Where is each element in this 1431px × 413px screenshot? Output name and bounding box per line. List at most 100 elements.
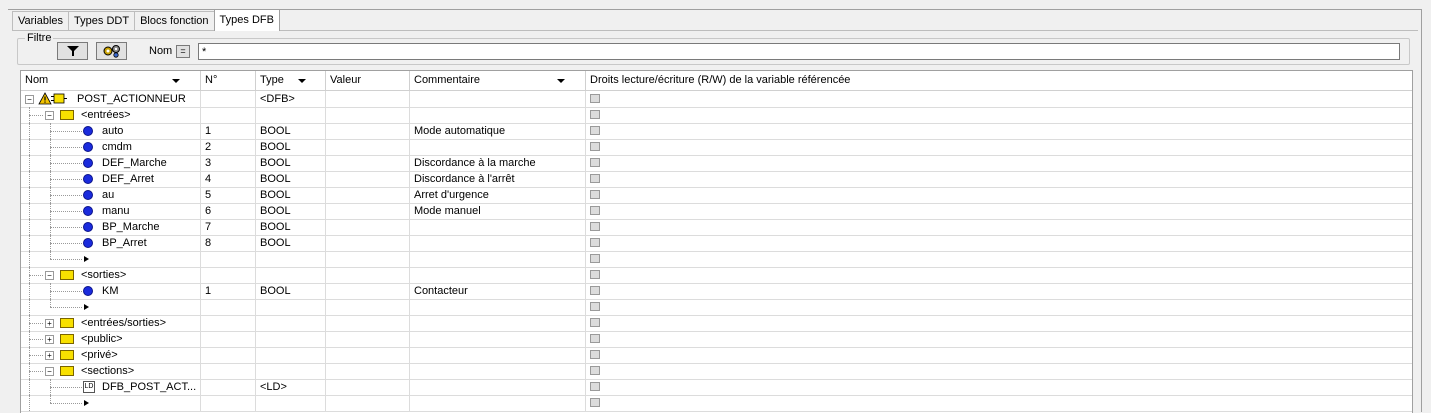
collapse-toggle[interactable]: −	[45, 367, 54, 376]
sort-arrow-icon[interactable]	[557, 79, 565, 83]
rw-rights-checkbox[interactable]	[590, 382, 600, 391]
value-cell[interactable]	[326, 379, 410, 395]
filter-name-input[interactable]	[198, 43, 1400, 60]
variable-bool-icon	[83, 142, 93, 152]
group-row[interactable]: − <sorties>	[21, 267, 1412, 284]
variable-row[interactable]: manu 6 BOOL Mode manuel	[21, 203, 1412, 220]
tree-line	[50, 403, 82, 404]
name-cell	[21, 251, 201, 267]
expand-toggle[interactable]: +	[45, 335, 54, 344]
rw-rights-checkbox[interactable]	[590, 334, 600, 343]
variable-bool-icon	[83, 206, 93, 216]
comment-cell	[410, 219, 586, 235]
new-entry-row[interactable]	[21, 251, 1412, 268]
variable-row[interactable]: cmdm 2 BOOL	[21, 139, 1412, 156]
sort-arrow-icon[interactable]	[298, 79, 306, 83]
name-cell: BP_Marche	[21, 219, 201, 235]
rw-rights-checkbox[interactable]	[590, 126, 600, 135]
value-cell[interactable]	[326, 107, 410, 123]
value-cell[interactable]	[326, 139, 410, 155]
sort-arrow-icon[interactable]	[172, 79, 180, 83]
variable-row[interactable]: DEF_Arret 4 BOOL Discordance à l'arrêt	[21, 171, 1412, 188]
num-cell: 5	[201, 187, 256, 203]
rw-rights-checkbox[interactable]	[590, 350, 600, 359]
value-cell[interactable]	[326, 283, 410, 299]
variable-row[interactable]: BP_Arret 8 BOOL	[21, 235, 1412, 252]
rw-rights-checkbox[interactable]	[590, 302, 600, 311]
column-header-valeur[interactable]: Valeur	[326, 71, 410, 90]
rw-rights-checkbox[interactable]	[590, 366, 600, 375]
value-cell[interactable]	[326, 267, 410, 283]
value-cell[interactable]	[326, 347, 410, 363]
rw-rights-checkbox[interactable]	[590, 206, 600, 215]
group-row[interactable]: + <privé>	[21, 347, 1412, 364]
rw-rights-checkbox[interactable]	[590, 254, 600, 263]
variable-row[interactable]: au 5 BOOL Arret d'urgence	[21, 187, 1412, 204]
new-entry-row[interactable]	[21, 299, 1412, 316]
rw-rights-checkbox[interactable]	[590, 94, 600, 103]
collapse-toggle[interactable]: −	[45, 111, 54, 120]
variable-row[interactable]: BP_Marche 7 BOOL	[21, 219, 1412, 236]
value-cell[interactable]	[326, 235, 410, 251]
rw-rights-checkbox[interactable]	[590, 222, 600, 231]
tree-line	[29, 323, 43, 324]
value-cell[interactable]	[326, 251, 410, 267]
filter-equals-button[interactable]: =	[176, 45, 190, 58]
expand-toggle[interactable]: +	[45, 351, 54, 360]
filter-funnel-button[interactable]	[57, 42, 88, 60]
column-header-commentaire[interactable]: Commentaire	[410, 71, 586, 90]
value-cell[interactable]	[326, 331, 410, 347]
rw-rights-checkbox[interactable]	[590, 398, 600, 407]
name-cell	[21, 299, 201, 315]
value-cell[interactable]	[326, 315, 410, 331]
tree-line	[29, 171, 30, 187]
value-cell[interactable]	[326, 219, 410, 235]
rw-rights-checkbox[interactable]	[590, 110, 600, 119]
dfb-row[interactable]: − POST_ACTIONNEUR <DFB>	[21, 91, 1412, 108]
variable-row[interactable]: auto 1 BOOL Mode automatique	[21, 123, 1412, 140]
rw-rights-checkbox[interactable]	[590, 158, 600, 167]
section-row[interactable]: LD DFB_POST_ACT... <LD>	[21, 379, 1412, 396]
filter-settings-button[interactable]	[96, 42, 127, 60]
collapse-toggle[interactable]: −	[45, 271, 54, 280]
group-row[interactable]: − <sections>	[21, 363, 1412, 380]
group-row[interactable]: + <public>	[21, 331, 1412, 348]
rw-rights-checkbox[interactable]	[590, 286, 600, 295]
column-header-nom[interactable]: Nom	[21, 71, 201, 90]
value-cell[interactable]	[326, 91, 410, 107]
group-row[interactable]: − <entrées>	[21, 107, 1412, 124]
value-cell[interactable]	[326, 171, 410, 187]
rw-rights-checkbox[interactable]	[590, 238, 600, 247]
variable-row[interactable]: DEF_Marche 3 BOOL Discordance à la marche	[21, 155, 1412, 172]
value-cell[interactable]	[326, 123, 410, 139]
value-cell[interactable]	[326, 187, 410, 203]
rw-rights-checkbox[interactable]	[590, 142, 600, 151]
rw-rights-checkbox[interactable]	[590, 174, 600, 183]
type-cell: BOOL	[256, 219, 326, 235]
tab-variables[interactable]: Variables	[12, 11, 70, 31]
value-cell[interactable]	[326, 203, 410, 219]
variable-row[interactable]: KM 1 BOOL Contacteur	[21, 283, 1412, 300]
value-cell[interactable]	[326, 395, 410, 411]
tab-types-ddt[interactable]: Types DDT	[68, 11, 136, 31]
collapse-toggle[interactable]: −	[25, 95, 34, 104]
column-header-rw[interactable]: Droits lecture/écriture (R/W) de la vari…	[586, 71, 1412, 90]
row-name: DEF_Arret	[102, 173, 154, 185]
rw-rights-checkbox[interactable]	[590, 270, 600, 279]
value-cell[interactable]	[326, 155, 410, 171]
column-header-num[interactable]: N°	[201, 71, 256, 90]
value-cell[interactable]	[326, 363, 410, 379]
rw-rights-checkbox[interactable]	[590, 190, 600, 199]
column-header-type[interactable]: Type	[256, 71, 326, 90]
tab-blocs-fonction[interactable]: Blocs fonction	[134, 11, 215, 31]
new-entry-row[interactable]	[21, 395, 1412, 412]
new-entry-arrow-icon	[84, 256, 89, 262]
name-cell: LD DFB_POST_ACT...	[21, 379, 201, 395]
comment-cell: Discordance à l'arrêt	[410, 171, 586, 187]
rw-rights-checkbox[interactable]	[590, 318, 600, 327]
expand-toggle[interactable]: +	[45, 319, 54, 328]
group-row[interactable]: + <entrées/sorties>	[21, 315, 1412, 332]
tab-types-dfb[interactable]: Types DFB	[213, 9, 280, 31]
tab-bar: Variables Types DDT Blocs fonction Types…	[12, 9, 280, 31]
value-cell[interactable]	[326, 299, 410, 315]
